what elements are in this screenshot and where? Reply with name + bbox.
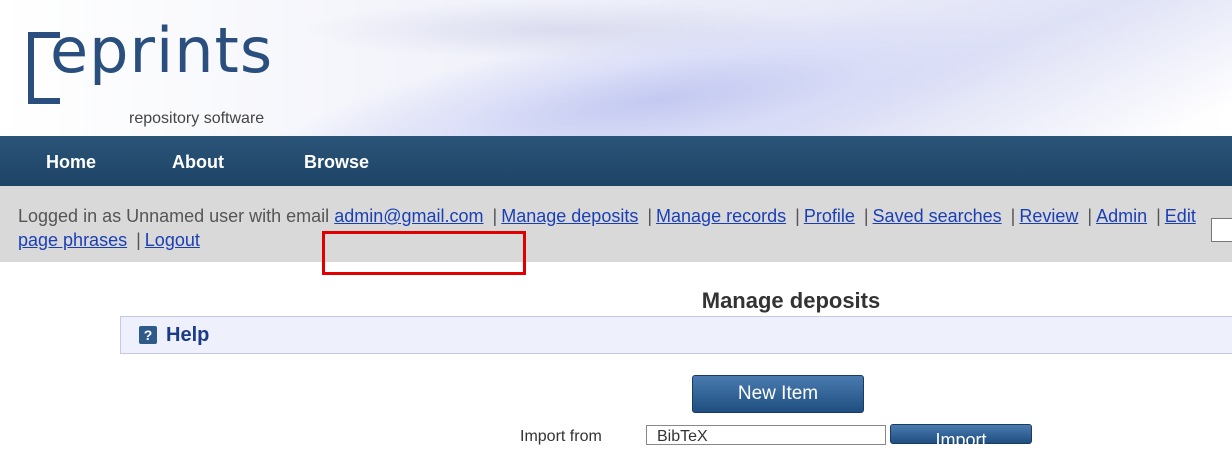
link-profile[interactable]: Profile: [804, 206, 855, 226]
nav-about[interactable]: About: [172, 152, 224, 173]
nav-home[interactable]: Home: [46, 152, 96, 173]
logo-text: eprints: [50, 14, 274, 87]
user-email-link[interactable]: admin@gmail.com: [334, 206, 483, 226]
eprints-logo[interactable]: eprints repository software: [14, 10, 314, 130]
link-saved-searches[interactable]: Saved searches: [873, 206, 1002, 226]
import-label: Import from: [520, 428, 602, 445]
nav-browse[interactable]: Browse: [304, 152, 369, 173]
import-format-select[interactable]: BibTeX: [646, 425, 886, 445]
header-banner: eprints repository software: [0, 0, 1232, 136]
link-manage-deposits[interactable]: Manage deposits: [501, 206, 638, 226]
link-logout[interactable]: Logout: [145, 230, 200, 250]
import-button[interactable]: Import: [890, 424, 1032, 450]
login-status-text: Logged in as Unnamed user with email: [18, 206, 330, 226]
link-review[interactable]: Review: [1019, 206, 1078, 226]
new-item-button[interactable]: New Item: [692, 375, 864, 413]
main-nav: Home About Browse: [0, 136, 1232, 186]
page-title: Manage deposits: [701, 288, 881, 313]
help-bar[interactable]: ? Help: [120, 316, 1232, 354]
link-manage-records[interactable]: Manage records: [656, 206, 786, 226]
logo-subtitle: repository software: [129, 110, 265, 127]
link-admin[interactable]: Admin: [1096, 206, 1147, 226]
help-icon: ?: [139, 326, 157, 344]
search-box-partial[interactable]: [1211, 218, 1232, 242]
user-bar-text: Logged in as Unnamed user with email adm…: [18, 206, 1196, 250]
help-label[interactable]: Help: [166, 324, 209, 347]
user-bar: Logged in as Unnamed user with email adm…: [0, 186, 1232, 262]
